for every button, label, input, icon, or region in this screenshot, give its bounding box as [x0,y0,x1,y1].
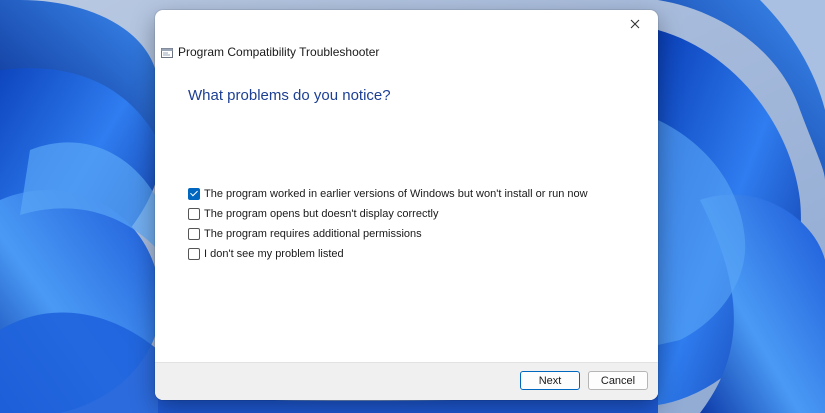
checkbox[interactable] [188,248,200,260]
close-button[interactable] [612,10,658,40]
problem-options-list: The program worked in earlier versions o… [188,184,588,264]
option-label: The program worked in earlier versions o… [204,188,588,200]
option-label: The program opens but doesn't display co… [204,208,439,220]
option-earlier-versions[interactable]: The program worked in earlier versions o… [188,184,588,204]
close-icon [630,16,640,34]
option-display-incorrectly[interactable]: The program opens but doesn't display co… [188,204,588,224]
cancel-button[interactable]: Cancel [588,371,648,390]
checkbox[interactable] [188,208,200,220]
window-title-bar: Program Compatibility Troubleshooter [161,43,379,61]
window-title: Program Compatibility Troubleshooter [178,45,380,59]
option-label: The program requires additional permissi… [204,228,422,240]
dialog-footer: Next Cancel [155,362,658,400]
checkbox[interactable] [188,188,200,200]
page-heading: What problems do you notice? [188,87,391,104]
option-additional-permissions[interactable]: The program requires additional permissi… [188,224,588,244]
troubleshooter-dialog: Program Compatibility Troubleshooter Wha… [155,10,658,400]
checkbox[interactable] [188,228,200,240]
troubleshooter-window-icon [161,46,173,58]
option-label: I don't see my problem listed [204,248,344,260]
next-button[interactable]: Next [520,371,580,390]
option-not-listed[interactable]: I don't see my problem listed [188,244,588,264]
